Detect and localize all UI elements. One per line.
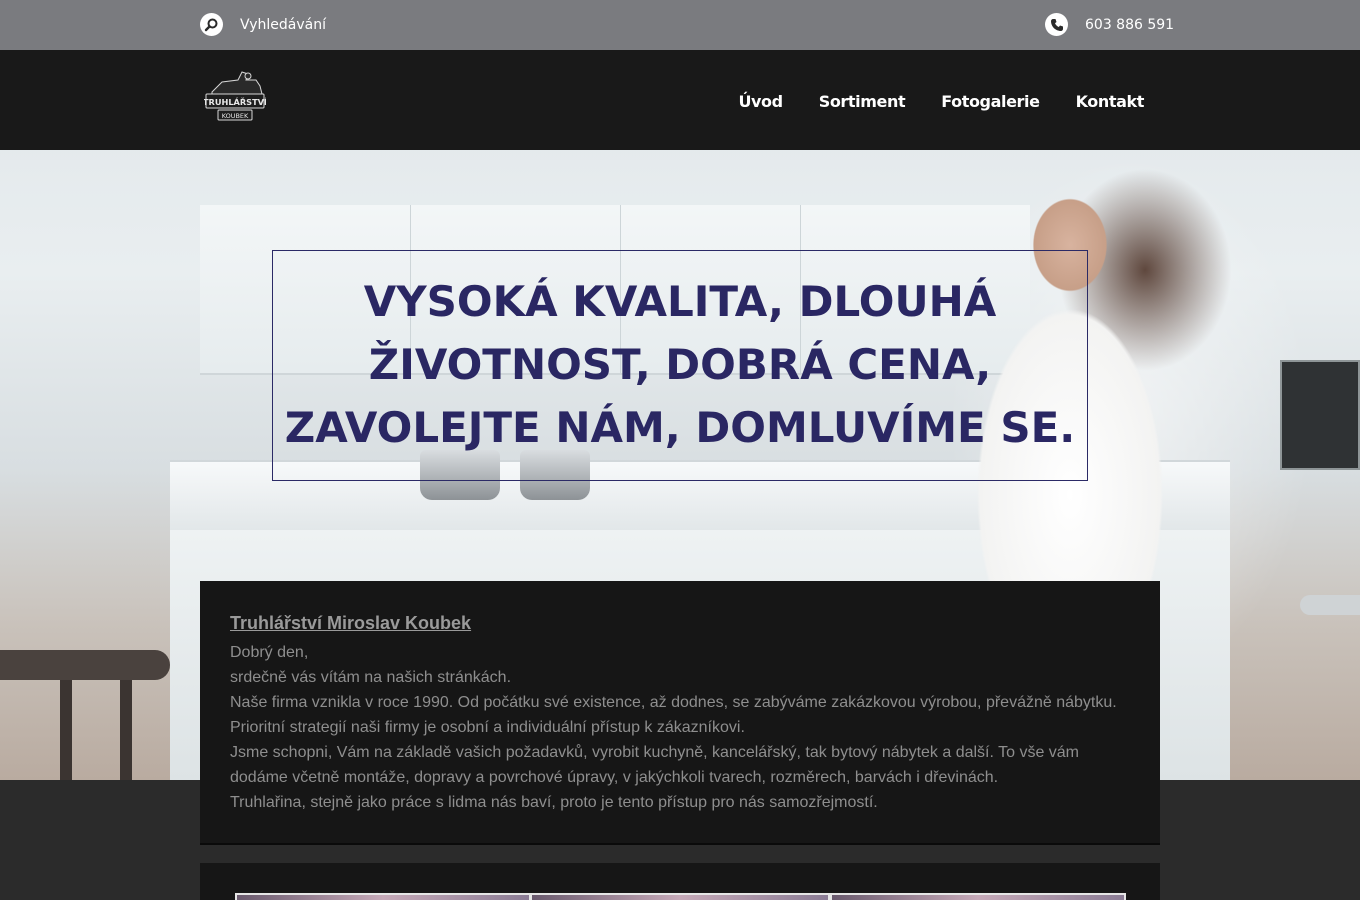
nav-item-uvod[interactable]: Úvod [738,92,783,111]
intro-paragraph: srdečně vás vítám na našich stránkách. [230,669,512,686]
nav-item-sortiment[interactable]: Sortiment [819,92,906,111]
nav-item-kontakt[interactable]: Kontakt [1076,92,1145,111]
gallery-thumbnail[interactable] [235,893,531,900]
intro-paragraph: Naše firma vznikla v roce 1990. Od počát… [230,694,1117,711]
intro-paragraph: Prioritní strategií naši firmy je osobní… [230,719,745,736]
svg-text:TRUHLÁŘSTVÍ: TRUHLÁŘSTVÍ [204,96,266,107]
company-logo[interactable]: TRUHLÁŘSTVÍ KOUBEK [203,68,267,126]
search-icon [200,13,223,36]
intro-paragraph: Dobrý den, [230,644,309,661]
kitchen-oven [1280,360,1360,470]
intro-paragraph: Jsme schopni, Vám na základě vašich poža… [230,744,1080,761]
intro-title-link[interactable]: Truhlářství Miroslav Koubek [230,613,471,634]
hero-headline-line: ŽIVOTNOST, DOBRÁ CENA, [368,340,992,389]
phone-contact[interactable]: 603 886 591 [1045,13,1174,36]
hero-headline-line: VYSOKÁ KVALITA, DLOUHÁ [363,277,997,326]
svg-text:KOUBEK: KOUBEK [222,112,249,120]
intro-paragraph: Truhlařina, stejně jako práce s lidma ná… [230,794,878,811]
nav-item-fotogalerie[interactable]: Fotogalerie [941,92,1040,111]
gallery-thumbnail[interactable] [530,893,830,900]
search-link[interactable]: Vyhledávání [200,13,326,36]
hero-headline-line: ZAVOLEJTE NÁM, DOMLUVÍME SE. [284,403,1076,452]
phone-number: 603 886 591 [1085,16,1175,33]
top-bar: Vyhledávání 603 886 591 [0,0,1360,50]
phone-icon [1045,13,1068,36]
gallery-thumbnail[interactable] [830,893,1126,900]
intro-text: Dobrý den, srdečně vás vítám na našich s… [230,640,1130,815]
hero-headline: VYSOKÁ KVALITA, DLOUHÁ ŽIVOTNOST, DOBRÁ … [272,270,1088,459]
glass-chair [1300,595,1360,615]
intro-paragraph: dodáme včetně montáže, dopravy a povrcho… [230,769,999,786]
bar-stool-leg [120,680,132,780]
search-label: Vyhledávání [240,16,326,33]
bar-stool-leg [60,680,72,780]
bar-stool [0,650,170,680]
main-navigation: Úvod Sortiment Fotogalerie Kontakt [702,92,1144,111]
